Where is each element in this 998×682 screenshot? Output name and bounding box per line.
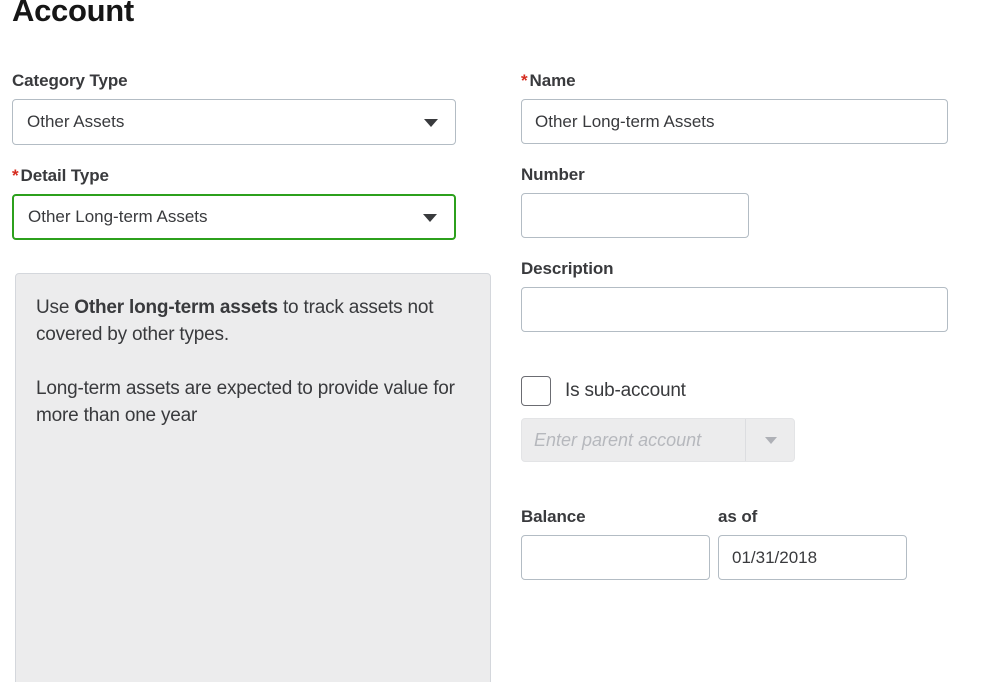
parent-account-dropdown-button[interactable] xyxy=(745,419,794,461)
name-label: * Name xyxy=(521,70,991,92)
number-label: Number xyxy=(521,164,991,186)
left-column: Category Type Other Assets * Detail Type … xyxy=(12,70,492,240)
balance-label: Balance xyxy=(521,506,718,528)
detail-type-select[interactable]: Other Long-term Assets xyxy=(12,194,456,240)
detail-type-label-text: Detail Type xyxy=(20,166,109,185)
page-title: Account xyxy=(12,0,134,28)
category-type-label-text: Category Type xyxy=(12,71,128,90)
balance-row: Balance as of xyxy=(521,506,991,580)
account-form-page: Account Category Type Other Assets * Deta… xyxy=(0,0,998,682)
parent-account-placeholder: Enter parent account xyxy=(534,430,702,450)
as-of-field-group: as of xyxy=(718,506,918,580)
chevron-down-icon xyxy=(423,214,437,222)
chevron-down-icon xyxy=(424,119,438,127)
name-input[interactable] xyxy=(521,99,948,144)
detail-type-value: Other Long-term Assets xyxy=(28,207,208,226)
required-asterisk: * xyxy=(521,71,528,90)
name-label-text: Name xyxy=(529,71,576,90)
is-sub-account-row[interactable]: Is sub-account xyxy=(521,376,991,406)
description-input[interactable] xyxy=(521,287,948,332)
balance-label-text: Balance xyxy=(521,507,586,526)
description-label: Description xyxy=(521,258,991,280)
info-p1-bold: Other long-term assets xyxy=(74,297,278,318)
balance-field-group: Balance xyxy=(521,506,718,580)
number-label-text: Number xyxy=(521,165,585,184)
detail-type-info-panel: Use Other long-term assets to track asse… xyxy=(15,273,491,682)
is-sub-account-label: Is sub-account xyxy=(565,380,686,401)
detail-type-label: * Detail Type xyxy=(12,165,492,187)
balance-input[interactable] xyxy=(521,535,710,580)
is-sub-account-checkbox[interactable] xyxy=(521,376,551,406)
description-label-text: Description xyxy=(521,259,614,278)
info-p1-prefix: Use xyxy=(36,297,75,318)
as-of-label: as of xyxy=(718,506,918,528)
number-input[interactable] xyxy=(521,193,749,238)
category-type-value: Other Assets xyxy=(27,112,125,131)
category-type-select[interactable]: Other Assets xyxy=(12,99,456,145)
info-paragraph-2: Long-term assets are expected to provide… xyxy=(36,378,455,426)
info-paragraph-1: Use Other long-term assets to track asse… xyxy=(36,294,470,348)
right-column: *Name Number Description Is sub-account … xyxy=(521,70,991,580)
as-of-label-text: as of xyxy=(718,507,758,526)
as-of-date-input[interactable] xyxy=(718,535,907,580)
chevron-down-icon xyxy=(765,437,777,444)
parent-account-select[interactable]: Enter parent account xyxy=(521,418,795,462)
required-asterisk: * xyxy=(12,166,19,185)
category-type-label: Category Type xyxy=(12,70,492,92)
